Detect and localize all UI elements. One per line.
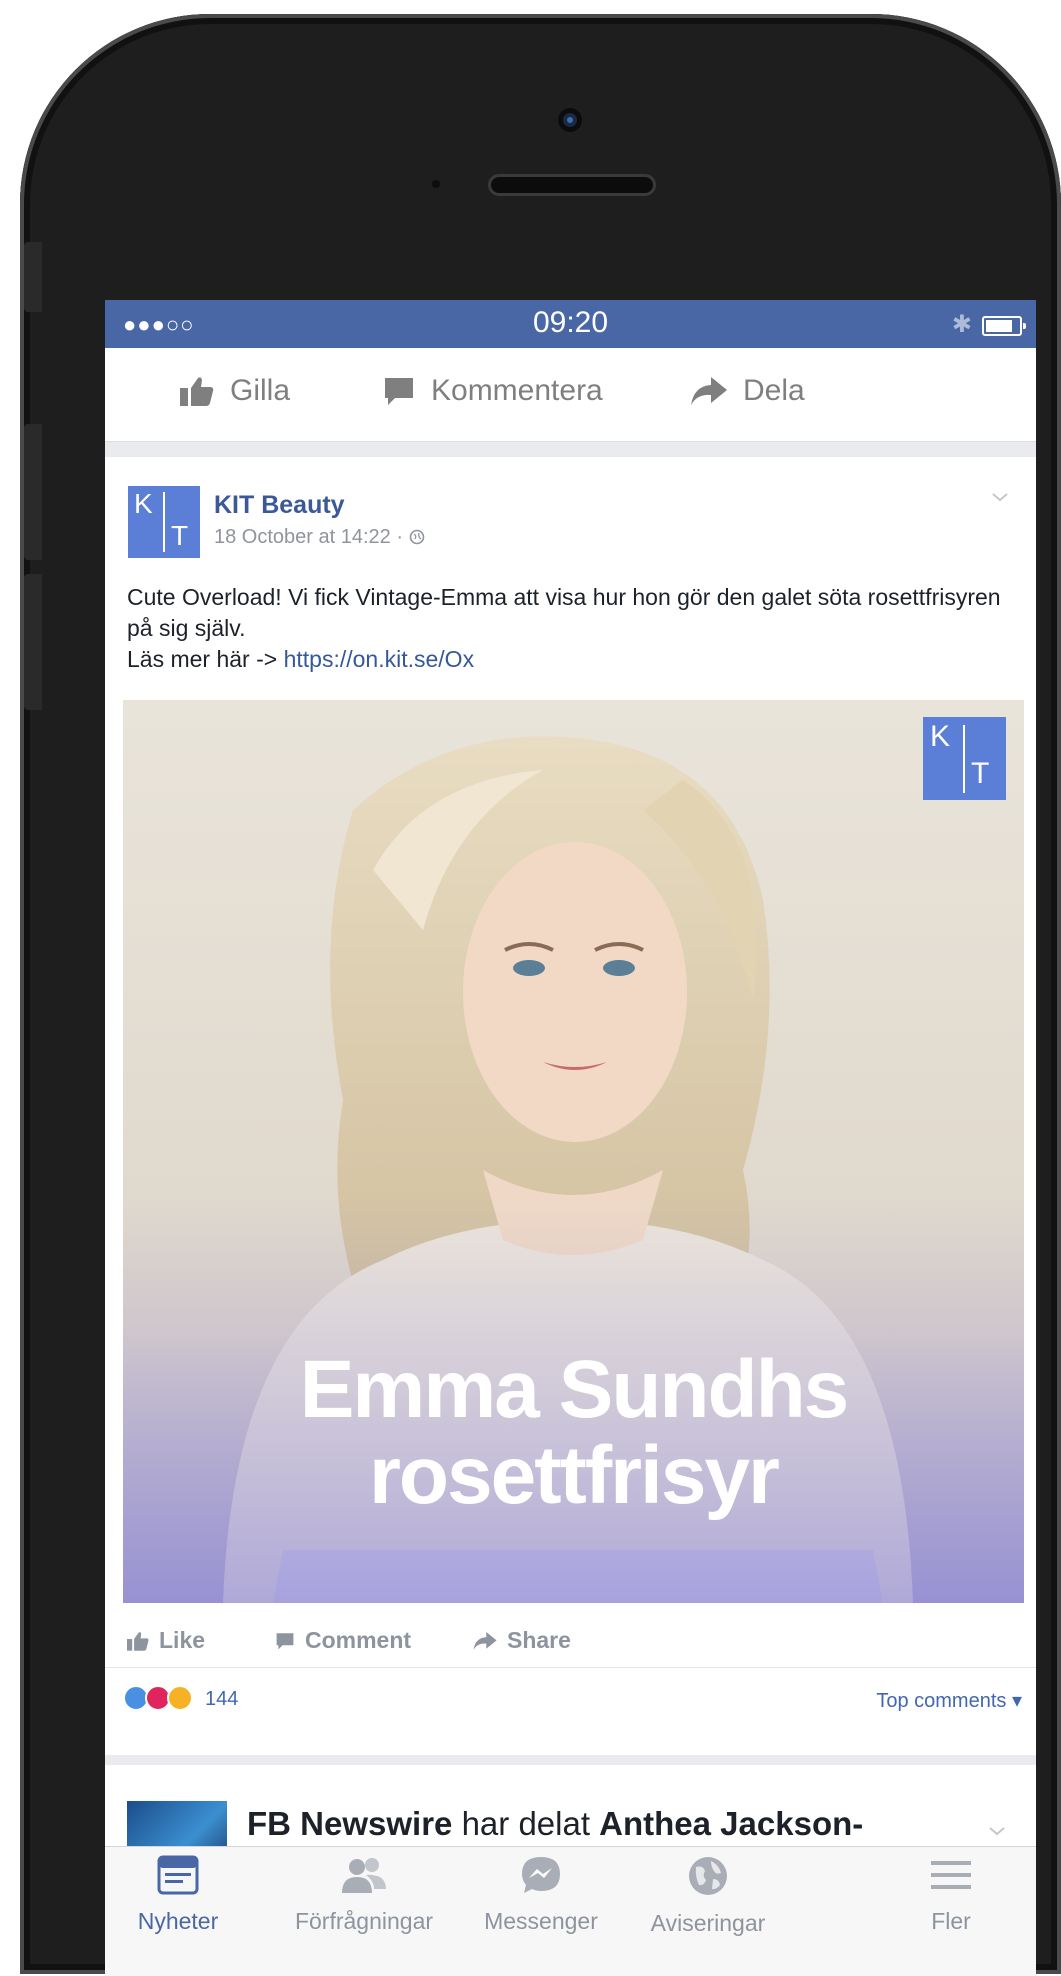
tab-messenger[interactable]: Messenger	[456, 1855, 626, 1935]
share-button[interactable]: Dela	[691, 374, 805, 408]
status-time: 09:20	[532, 306, 609, 339]
footer-comment-button[interactable]: Comment	[275, 1627, 411, 1654]
read-more-prefix: Läs mer här ->	[127, 646, 284, 672]
like-button-label: Gilla	[230, 374, 291, 407]
video-player[interactable]: K T Emma Sundhs rosettfrisyr	[123, 700, 1024, 1603]
share-button-label: Dela	[743, 374, 805, 407]
post-text: Cute Overload! Vi fick Vintage-Emma att …	[127, 584, 1001, 641]
post-link[interactable]: https://on.kit.se/Ox	[284, 646, 474, 672]
tab-label-forfragningar: Förfrågningar	[294, 1908, 434, 1934]
news-feed-icon	[157, 1855, 199, 1895]
avatar-letter-k: K	[134, 488, 153, 519]
next-post-card: FB Newswire har delat Anthea Jackson-	[105, 1765, 1036, 1871]
tab-nyheter[interactable]: Nyheter	[105, 1855, 263, 1935]
footer-like-button[interactable]: Like	[127, 1627, 205, 1654]
tab-label-fler: Fler	[931, 1908, 971, 1934]
comment-button-label: Kommentera	[431, 374, 603, 407]
bottom-tab-bar: Nyheter Förfrågningar Messenger Aviserin…	[105, 1846, 1036, 1976]
bluetooth-icon: ✱	[951, 311, 972, 338]
comment-icon	[385, 378, 413, 405]
watermark-divider	[963, 725, 965, 793]
page-name-link[interactable]: KIT Beauty	[214, 491, 345, 520]
top-comments-sort[interactable]: Top comments ▾	[876, 1688, 1022, 1713]
next-post-options-chevron-icon[interactable]	[984, 1821, 1010, 1841]
post-card: K T KIT Beauty 18 October at 14:22 · Cut…	[105, 457, 1036, 1755]
post-options-chevron-icon[interactable]	[990, 487, 1010, 507]
avatar-letter-t: T	[171, 520, 189, 551]
footer-share-button[interactable]: Share	[473, 1627, 571, 1654]
tab-label-nyheter: Nyheter	[137, 1908, 219, 1934]
tab-aviseringar[interactable]: Aviseringar	[623, 1855, 793, 1937]
status-bar: ●●●○○ 09:20 ✱	[105, 300, 1036, 348]
footer-share-label: Share	[507, 1627, 571, 1653]
volume-up-button	[24, 424, 42, 560]
kit-watermark-logo: K T	[923, 717, 1006, 800]
tab-label-messenger: Messenger	[484, 1908, 598, 1934]
reactions-bar: 144 Top comments ▾	[105, 1667, 1036, 1730]
tab-forfragningar[interactable]: Förfrågningar	[279, 1855, 449, 1935]
video-title-line-1: Emma Sundhs	[299, 1344, 850, 1435]
comment-button[interactable]: Kommentera	[383, 374, 603, 408]
like-button[interactable]: Gilla	[180, 374, 290, 408]
share-arrow-icon	[691, 377, 727, 405]
next-post-verb: har delat	[452, 1805, 600, 1842]
phone-frame: ●●●○○ 09:20 ✱ Gilla Kommentera Dela K T …	[20, 14, 1061, 1976]
page-avatar[interactable]: K T	[128, 486, 200, 558]
footer-share-icon	[473, 1631, 497, 1650]
footer-like-label: Like	[159, 1627, 206, 1653]
tab-fler[interactable]: Fler	[866, 1855, 1036, 1935]
phone-screen: ●●●○○ 09:20 ✱ Gilla Kommentera Dela K T …	[105, 300, 1036, 1976]
next-post-author[interactable]: FB Newswire	[247, 1805, 452, 1842]
globe-icon	[689, 1857, 727, 1895]
reaction-wow-icon[interactable]	[167, 1685, 193, 1711]
watermark-letter-k: K	[930, 720, 951, 753]
front-camera	[563, 113, 577, 127]
post-meta: 18 October at 14:22 ·	[214, 526, 425, 549]
reaction-count[interactable]: 144	[205, 1688, 238, 1711]
proximity-sensor	[432, 180, 440, 188]
friend-requests-icon	[342, 1858, 386, 1893]
footer-comment-icon	[276, 1632, 294, 1649]
earpiece-speaker	[488, 174, 656, 196]
tab-label-aviseringar: Aviseringar	[650, 1910, 766, 1936]
video-title-line-2: rosettfrisyr	[369, 1430, 780, 1521]
post-read-more: Läs mer här -> https://on.kit.se/Ox	[127, 646, 474, 673]
next-post-target[interactable]: Anthea Jackson-	[599, 1805, 863, 1842]
volume-down-button	[24, 574, 42, 710]
post-action-bar: Gilla Kommentera Dela	[105, 348, 1036, 442]
footer-comment-label: Comment	[305, 1627, 412, 1653]
mute-switch	[24, 242, 42, 312]
post-footer-actions: Like Comment Share	[105, 1617, 1036, 1667]
messenger-icon	[522, 1857, 560, 1893]
avatar-divider	[163, 492, 165, 552]
battery-icon	[982, 316, 1026, 336]
next-post-header: FB Newswire har delat Anthea Jackson-	[247, 1805, 863, 1843]
thumbs-up-icon	[180, 377, 214, 406]
menu-icon	[931, 1861, 971, 1889]
globe-privacy-icon	[409, 529, 424, 545]
footer-thumbs-up-icon	[127, 1631, 149, 1651]
post-timestamp[interactable]: 18 October at 14:22 ·	[214, 526, 409, 548]
watermark-letter-t: T	[971, 757, 990, 790]
